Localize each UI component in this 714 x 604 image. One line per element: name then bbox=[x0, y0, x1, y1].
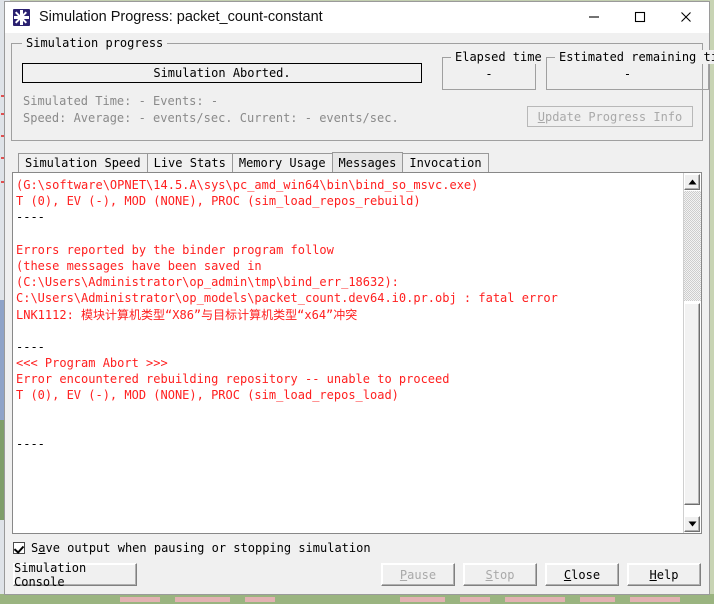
scroll-up-icon[interactable] bbox=[684, 174, 700, 190]
console-line: (C:\Users\Administrator\op_admin\tmp\bin… bbox=[16, 275, 399, 290]
console-line: (these messages have been saved in bbox=[16, 258, 262, 273]
tab-invocation[interactable]: Invocation bbox=[402, 153, 489, 172]
console-line: C:\Users\Administrator\op_models\packet_… bbox=[16, 291, 558, 306]
scrollbar-trough[interactable] bbox=[684, 191, 701, 301]
scrollbar-thumb[interactable] bbox=[684, 303, 700, 505]
stats-text: Simulated Time: - Events: - Speed: Avera… bbox=[19, 93, 527, 127]
save-output-label[interactable]: Save output when pausing or stopping sim… bbox=[31, 541, 371, 555]
pause-mnemonic: P bbox=[399, 567, 408, 582]
messages-text[interactable]: (G:\software\OPNET\14.5.A\sys\pc_amd_win… bbox=[13, 173, 683, 533]
tab-strip: Simulation Speed Live Stats Memory Usage… bbox=[11, 151, 703, 172]
scroll-down-icon[interactable] bbox=[684, 516, 700, 532]
tab-simulation-speed[interactable]: Simulation Speed bbox=[18, 153, 148, 172]
opnet-star-icon bbox=[13, 8, 30, 26]
window-title: Simulation Progress: packet_count-consta… bbox=[39, 9, 323, 25]
title-bar: Simulation Progress: packet_count-consta… bbox=[5, 2, 709, 33]
messages-scrollbar[interactable] bbox=[683, 173, 701, 533]
console-line: ---- bbox=[16, 339, 45, 354]
pause-label: ause bbox=[407, 567, 437, 582]
stop-label: top bbox=[492, 567, 515, 582]
remaining-time-value: - bbox=[623, 66, 632, 81]
update-progress-label: pdate Progress Info bbox=[544, 109, 683, 124]
save-output-checkbox[interactable] bbox=[13, 542, 25, 554]
console-line: <<< Program Abort >>> bbox=[16, 356, 168, 371]
console-line: LNK1112: 模块计算机类型“X86”与目标计算机类型“x64”冲突 bbox=[16, 307, 358, 322]
help-mnemonic: H bbox=[649, 567, 657, 582]
maximize-button[interactable] bbox=[617, 2, 663, 32]
window-content: Simulation progress Simulation Aborted. … bbox=[5, 33, 714, 534]
minimize-button[interactable] bbox=[571, 2, 617, 32]
button-row: Simulation Console Pause Stop Close Help bbox=[11, 561, 703, 589]
pause-button[interactable]: Pause bbox=[381, 563, 455, 586]
help-label: elp bbox=[656, 567, 679, 582]
console-line: (G:\software\OPNET\14.5.A\sys\pc_amd_win… bbox=[16, 178, 479, 192]
save-label-rest: ve output when pausing or stopping simul… bbox=[45, 541, 371, 555]
remaining-time-label: Estimated remaining time bbox=[555, 50, 714, 64]
elapsed-time-label: Elapsed time bbox=[451, 50, 546, 64]
elapsed-time-value: - bbox=[485, 66, 493, 81]
stop-button[interactable]: Stop bbox=[463, 563, 537, 586]
group-title: Simulation progress bbox=[22, 36, 168, 50]
tab-live-stats[interactable]: Live Stats bbox=[146, 153, 233, 172]
close-mnemonic: C bbox=[563, 567, 572, 582]
remaining-time-box: Estimated remaining time - bbox=[546, 50, 714, 90]
save-output-row[interactable]: Save output when pausing or stopping sim… bbox=[13, 539, 703, 557]
simulated-time-line: Simulated Time: - Events: - bbox=[23, 94, 219, 108]
update-progress-info-button[interactable]: Update Progress Info bbox=[527, 106, 693, 127]
console-line: Error encountered rebuilding repository … bbox=[16, 372, 450, 387]
messages-console: (G:\software\OPNET\14.5.A\sys\pc_amd_win… bbox=[12, 172, 702, 534]
speed-line: Speed: Average: - events/sec. Current: -… bbox=[23, 111, 399, 125]
scrollbar-track[interactable] bbox=[684, 191, 701, 515]
stop-mnemonic: S bbox=[485, 567, 493, 582]
update-progress-mnemonic: U bbox=[537, 109, 545, 124]
console-line: T (0), EV (-), MOD (NONE), PROC (sim_loa… bbox=[16, 194, 421, 209]
simulation-progress-window: Simulation Progress: packet_count-consta… bbox=[4, 1, 714, 595]
tab-messages[interactable]: Messages bbox=[331, 152, 404, 172]
console-line: T (0), EV (-), MOD (NONE), PROC (sim_loa… bbox=[16, 388, 399, 403]
console-line: ---- bbox=[16, 210, 45, 225]
simulation-console-button[interactable]: Simulation Console bbox=[13, 561, 137, 589]
stats-row: Simulated Time: - Events: - Speed: Avera… bbox=[19, 93, 695, 127]
progress-row: Simulation Aborted. Elapsed time - Estim… bbox=[19, 50, 714, 90]
simulation-progress-group: Simulation progress Simulation Aborted. … bbox=[11, 36, 714, 141]
close-button[interactable] bbox=[663, 2, 709, 32]
close-label: lose bbox=[571, 567, 601, 582]
console-line: Errors reported by the binder program fo… bbox=[16, 242, 334, 257]
elapsed-time-box: Elapsed time - bbox=[442, 50, 546, 90]
progress-bar: Simulation Aborted. bbox=[22, 63, 422, 83]
close-dialog-button[interactable]: Close bbox=[545, 563, 619, 586]
bottom-bar: Save output when pausing or stopping sim… bbox=[5, 534, 709, 594]
background-window-bottom bbox=[0, 594, 714, 604]
help-button[interactable]: Help bbox=[627, 563, 701, 586]
tab-memory-usage[interactable]: Memory Usage bbox=[231, 153, 333, 172]
console-line: ---- bbox=[16, 437, 45, 451]
